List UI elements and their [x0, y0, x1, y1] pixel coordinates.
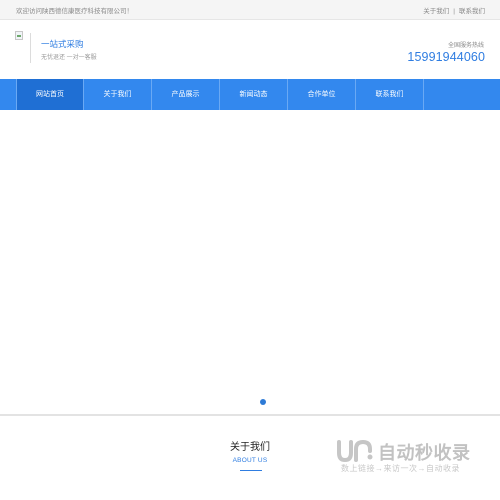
nav-list: 网站首页 关于我们 产品展示 新闻动态 合作单位 联系我们	[16, 79, 424, 110]
nav-item-products[interactable]: 产品展示	[152, 79, 220, 110]
hotline-label: 全国服务热线	[447, 43, 484, 49]
banner-slider	[0, 110, 500, 414]
watermark-logo-icon	[337, 439, 373, 463]
header: 一站式采购 无忧退还 一对一客服 全国服务热线 15991944060	[0, 21, 500, 79]
nav-item-partners[interactable]: 合作单位	[288, 79, 356, 110]
nav-item-home[interactable]: 网站首页	[16, 79, 84, 110]
watermark-slogan: 数上链接→来访一次→自动收录	[341, 464, 460, 473]
top-link-about[interactable]: 关于我们	[423, 8, 449, 15]
welcome-text: 欢迎访问陕西德信康医疗科技有限公司！	[16, 8, 133, 15]
main-nav: 网站首页 关于我们 产品展示 新闻动态 合作单位 联系我们	[0, 79, 500, 110]
top-link-separator: |	[453, 8, 455, 15]
section-divider	[0, 414, 500, 416]
slider-dot[interactable]	[260, 399, 266, 405]
watermark: 自动秒收录 数上链接→来访一次→自动收录	[333, 437, 483, 477]
hotline-number: 15991944060	[407, 50, 485, 64]
nav-item-about[interactable]: 关于我们	[84, 79, 152, 110]
logo-divider	[30, 33, 31, 63]
top-link-contact[interactable]: 联系我们	[459, 8, 485, 15]
nav-item-contact[interactable]: 联系我们	[356, 79, 424, 110]
top-bar: 欢迎访问陕西德信康医疗科技有限公司！ 关于我们 | 联系我们	[0, 0, 500, 20]
slogan-subtitle: 无忧退还 一对一客服	[41, 55, 97, 61]
page: 欢迎访问陕西德信康医疗科技有限公司！ 关于我们 | 联系我们 一站式采购 无忧退还 …	[0, 0, 500, 500]
about-title-underline	[240, 470, 262, 471]
slogan-title: 一站式采购	[41, 39, 84, 49]
logo-image-icon[interactable]	[15, 31, 23, 40]
nav-item-news[interactable]: 新闻动态	[220, 79, 288, 110]
top-links: 关于我们 | 联系我们	[423, 5, 485, 15]
watermark-name: 自动秒收录	[378, 443, 471, 463]
